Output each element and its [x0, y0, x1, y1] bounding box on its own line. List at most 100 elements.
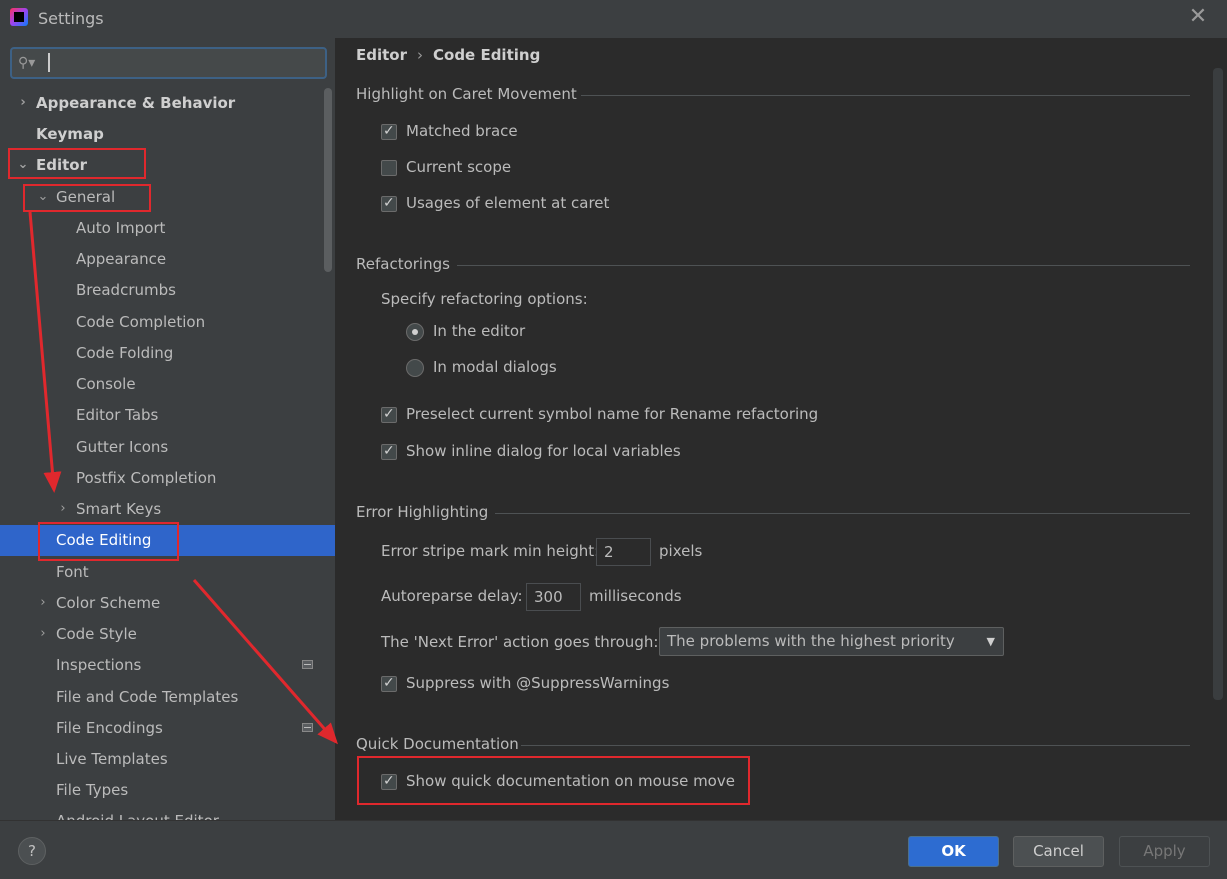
- sidebar-item-code-folding[interactable]: Code Folding: [0, 338, 335, 368]
- sidebar-item-label: Editor: [36, 156, 87, 174]
- chevron-right-icon[interactable]: ›: [36, 588, 50, 618]
- sidebar-item-postfix-completion[interactable]: Postfix Completion: [0, 463, 335, 493]
- matched-brace-checkbox[interactable]: [381, 123, 397, 140]
- sidebar-item-label: Android Layout Editor: [56, 806, 219, 820]
- sidebar-item-label: File Types: [56, 781, 129, 799]
- stripe-height-label: Error stripe mark min height:: [381, 542, 600, 560]
- section-caret-title: Highlight on Caret Movement: [356, 85, 577, 103]
- sidebar-item-label: Editor Tabs: [76, 406, 159, 424]
- dialog-footer: ? OK Cancel Apply: [0, 820, 1227, 879]
- sidebar-item-file-types[interactable]: File Types: [0, 775, 335, 805]
- project-scope-icon: [302, 660, 313, 669]
- next-error-label: The 'Next Error' action goes through:: [381, 633, 659, 651]
- sidebar-item-label: Postfix Completion: [76, 469, 217, 487]
- chevron-right-icon[interactable]: ›: [56, 494, 70, 524]
- in-modal-label: In modal dialogs: [433, 358, 557, 376]
- sidebar-item-label: Keymap: [36, 125, 104, 143]
- sidebar-item-auto-import[interactable]: Auto Import: [0, 213, 335, 243]
- help-button[interactable]: ?: [18, 837, 46, 865]
- intellij-app-icon: [10, 8, 28, 26]
- sidebar-item-label: Gutter Icons: [76, 438, 169, 456]
- content-scrollbar[interactable]: [1213, 68, 1223, 700]
- next-error-dropdown[interactable]: The problems with the highest priority ▼: [659, 627, 1004, 656]
- cancel-button[interactable]: Cancel: [1013, 836, 1104, 867]
- sidebar-item-label: Color Scheme: [56, 594, 161, 612]
- section-refactorings-title: Refactorings: [356, 255, 450, 273]
- chevron-down-icon[interactable]: ⌄: [16, 150, 30, 180]
- reparse-delay-label: Autoreparse delay:: [381, 587, 523, 605]
- quick-doc-mouse-checkbox[interactable]: [381, 773, 397, 790]
- sidebar-scrollbar[interactable]: [324, 88, 332, 272]
- sidebar-item-font[interactable]: Font: [0, 557, 335, 587]
- ok-button[interactable]: OK: [908, 836, 999, 867]
- current-scope-label: Current scope: [406, 158, 512, 176]
- sidebar-item-label: Smart Keys: [76, 500, 162, 518]
- section-divider: [495, 513, 1190, 514]
- sidebar-item-breadcrumbs[interactable]: Breadcrumbs: [0, 275, 335, 305]
- in-modal-radio[interactable]: [406, 359, 424, 377]
- sidebar-item-smart-keys[interactable]: › Smart Keys: [0, 494, 335, 524]
- sidebar-item-label: Inspections: [56, 656, 142, 674]
- in-editor-label: In the editor: [433, 322, 526, 340]
- inline-dialog-label: Show inline dialog for local variables: [406, 442, 681, 460]
- sidebar-item-label: Code Completion: [76, 313, 206, 331]
- sidebar-item-label: File and Code Templates: [56, 688, 239, 706]
- chevron-right-icon[interactable]: ›: [36, 619, 50, 649]
- sidebar-item-label: Console: [76, 375, 136, 393]
- search-icon: ⚲▾: [18, 55, 36, 71]
- text-caret: [48, 53, 50, 72]
- title-bar: Settings ✕: [0, 0, 1227, 38]
- sidebar-item-code-editing[interactable]: Code Editing: [0, 525, 335, 556]
- close-icon[interactable]: ✕: [1186, 5, 1210, 29]
- sidebar-item-file-encodings[interactable]: File Encodings: [0, 713, 335, 743]
- sidebar-item-inspections[interactable]: Inspections: [0, 650, 335, 680]
- sidebar-item-appearance-behavior[interactable]: › Appearance & Behavior: [0, 88, 335, 118]
- sidebar-item-editor[interactable]: ⌄ Editor: [0, 150, 335, 180]
- section-divider: [521, 745, 1190, 746]
- breadcrumb-current: Code Editing: [433, 46, 541, 64]
- sidebar-item-label: Appearance & Behavior: [36, 94, 236, 112]
- settings-sidebar: ⚲▾ › Appearance & Behavior Keymap ⌄ Editor ⌄ G…: [0, 38, 335, 820]
- reparse-delay-unit: milliseconds: [589, 587, 682, 605]
- breadcrumb-separator: ›: [417, 46, 423, 64]
- chevron-down-icon[interactable]: ⌄: [36, 182, 50, 212]
- sidebar-item-label: Auto Import: [76, 219, 166, 237]
- sidebar-item-gutter-icons[interactable]: Gutter Icons: [0, 432, 335, 462]
- search-input[interactable]: ⚲▾: [10, 47, 327, 79]
- sidebar-item-label: General: [56, 188, 116, 206]
- sidebar-item-label: Breadcrumbs: [76, 281, 176, 299]
- project-scope-icon: [302, 723, 313, 732]
- usages-at-caret-label: Usages of element at caret: [406, 194, 610, 212]
- sidebar-item-label: File Encodings: [56, 719, 163, 737]
- sidebar-item-code-style[interactable]: › Code Style: [0, 619, 335, 649]
- reparse-delay-input[interactable]: 300: [526, 583, 581, 611]
- usages-at-caret-checkbox[interactable]: [381, 195, 397, 212]
- sidebar-item-label: Appearance: [76, 250, 167, 268]
- apply-button[interactable]: Apply: [1119, 836, 1210, 867]
- in-editor-radio[interactable]: [406, 323, 424, 341]
- sidebar-item-code-completion[interactable]: Code Completion: [0, 307, 335, 337]
- preselect-checkbox[interactable]: [381, 406, 397, 423]
- preselect-label: Preselect current symbol name for Rename…: [406, 405, 819, 423]
- sidebar-item-keymap[interactable]: Keymap: [0, 119, 335, 149]
- chevron-right-icon[interactable]: ›: [16, 88, 30, 118]
- next-error-value: The problems with the highest priority: [667, 632, 955, 650]
- sidebar-item-file-and-code-templates[interactable]: File and Code Templates: [0, 682, 335, 712]
- sidebar-item-live-templates[interactable]: Live Templates: [0, 744, 335, 774]
- sidebar-item-android-layout-editor[interactable]: Android Layout Editor: [0, 806, 335, 820]
- section-quickdoc-title: Quick Documentation: [356, 735, 519, 753]
- sidebar-item-appearance[interactable]: Appearance: [0, 244, 335, 274]
- stripe-height-input[interactable]: 2: [596, 538, 651, 566]
- current-scope-checkbox[interactable]: [381, 160, 397, 176]
- stripe-height-unit: pixels: [659, 542, 703, 560]
- sidebar-item-color-scheme[interactable]: › Color Scheme: [0, 588, 335, 618]
- breadcrumb-parent[interactable]: Editor: [356, 46, 407, 64]
- sidebar-item-console[interactable]: Console: [0, 369, 335, 399]
- refactoring-options-label: Specify refactoring options:: [381, 290, 588, 308]
- sidebar-item-general[interactable]: ⌄ General: [0, 182, 335, 212]
- section-divider: [581, 95, 1190, 96]
- quick-doc-mouse-label: Show quick documentation on mouse move: [406, 772, 735, 790]
- suppress-warnings-checkbox[interactable]: [381, 675, 397, 692]
- sidebar-item-editor-tabs[interactable]: Editor Tabs: [0, 400, 335, 430]
- inline-dialog-checkbox[interactable]: [381, 443, 397, 460]
